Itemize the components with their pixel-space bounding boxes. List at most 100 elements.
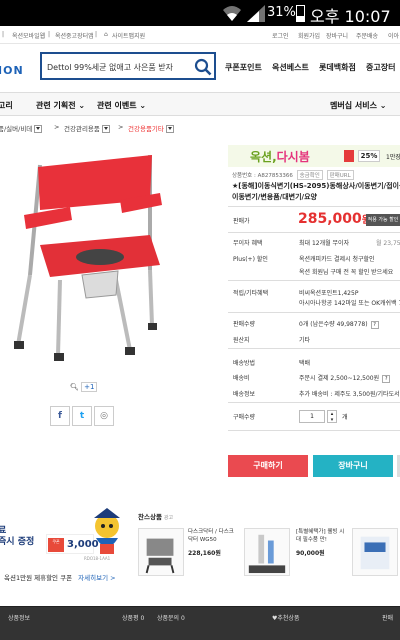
promo-banner[interactable]: 옥션,다시봄 25% 1만장 (228, 145, 400, 167)
util-divider: | (2, 31, 5, 38)
select-arrow-icon (165, 125, 174, 133)
row-label: 구매수량 (233, 414, 256, 421)
util-link-more[interactable]: 이아 (388, 31, 399, 40)
quantity-stepper[interactable]: ▴ ▾ (327, 410, 337, 423)
divider (228, 280, 400, 281)
share-more-icon[interactable]: ◎ (94, 406, 114, 426)
battery-percent: 31% (267, 5, 296, 20)
topnav-coupon[interactable]: 쿠폰포인트 (225, 62, 262, 73)
tab-seller[interactable]: 판매 (382, 613, 393, 622)
coupon-footer: 옥션1만원 제휴할인 쿠폰 자세히보기 > (4, 572, 116, 582)
breadcrumb: 품/실버/비데 > 건강관리용품 > 건강용품기타 (0, 120, 400, 136)
tab-qna[interactable]: 상품문의 0 (157, 613, 185, 622)
category-plans[interactable]: 관련 기획전 ⌄ (36, 100, 85, 111)
coupon-line2: 즉시 증정 (0, 537, 35, 547)
add-to-cart-button[interactable]: 장바구니 (313, 455, 393, 477)
row-label: 원산지 (233, 337, 250, 344)
util-link-mobile-web[interactable]: 옥션모바일웹 (12, 31, 45, 40)
home-icon: ⌂ (104, 31, 108, 38)
help-icon[interactable]: ? (382, 375, 391, 383)
breadcrumb-label: 건강용품기타 (128, 125, 164, 133)
related-product-name[interactable]: 다스크닥터 / 다스크닥터 WG50 (188, 528, 238, 544)
mascot-image (94, 508, 120, 554)
related-product-image[interactable] (138, 528, 184, 576)
topnav-used[interactable]: 중고장터 (366, 62, 395, 73)
topnav-lotte[interactable]: 롯데백화점 (319, 62, 356, 73)
zoom-control[interactable]: 🔍︎ +1 (70, 382, 98, 392)
tab-reviews[interactable]: 상품평 0 (122, 613, 144, 622)
product-tag[interactable]: 판매URL (326, 170, 354, 180)
row-value: 아시아나항공 142마일 또는 OK캐쉬백 7 (299, 300, 400, 307)
util-link-cart[interactable]: 장바구니 (326, 31, 348, 40)
divider (228, 430, 400, 431)
search-box[interactable]: Dettol 99%세균 없애고 사은품 받자 (40, 52, 216, 80)
quantity-unit: 개 (342, 414, 348, 421)
promo-title: 옥션,다시봄 (250, 148, 310, 165)
membership-service[interactable]: 멤버십 서비스 ⌄ (330, 100, 386, 111)
product-code-value: A827853366 (257, 173, 293, 179)
promo-discount: 25% (358, 150, 380, 162)
divider (228, 312, 400, 313)
promo-brand2: 다시봄 (276, 150, 310, 164)
select-arrow-icon (34, 125, 43, 133)
bottom-tab-bar: 상품정보 상품평 0 상품문의 0 ♥추천상품 판매 (0, 606, 400, 640)
related-title: 찬스상품 광고 (138, 511, 173, 521)
category-menu[interactable]: 고리 (0, 100, 13, 111)
row-label: 무이자 혜택 (233, 240, 263, 247)
category-bar: 고리 관련 기획전 ⌄ 관련 이벤트 ⌄ 멤버십 서비스 ⌄ (0, 92, 400, 116)
magnifier-icon: 🔍︎ (70, 383, 79, 391)
product-code-label: 상품번호 : (232, 173, 256, 179)
coupon-line1: 료 (0, 526, 7, 536)
category-events[interactable]: 관련 이벤트 ⌄ (97, 100, 146, 111)
util-link-login[interactable]: 로그인 (272, 31, 289, 40)
buy-now-button[interactable]: 구매하기 (228, 455, 308, 477)
shipping-fee-text: 주문시 결제 2,500~12,500원 (299, 375, 380, 382)
breadcrumb-label: 건강관리용품 (64, 125, 100, 133)
row-label: 적립/기타혜택 (233, 290, 269, 297)
utility-bar: | 옥션모바일웹 | 옥션중고장터앱 | ⌂ 사이트맵지원 로그인 회원가입 장… (0, 26, 400, 44)
battery-icon (296, 5, 305, 22)
coupon-headline: 료 즉시 증정 (0, 526, 34, 548)
twitter-share-icon[interactable]: t (72, 406, 92, 426)
breadcrumb-separator: > (54, 123, 60, 131)
breadcrumb-item[interactable]: 품/실버/비데 (0, 123, 43, 133)
stock-text: 0개 (남은수량 49,98778) (299, 321, 368, 328)
chevron-down-icon: ⌄ (139, 101, 147, 110)
coupon-detail-link[interactable]: 자세히보기 > (78, 574, 115, 582)
related-product-name[interactable]: [특별혜택가] 웰빙 시대 필수품 만! (296, 528, 346, 544)
promo-amount: 1만장 (386, 154, 400, 161)
site-logo[interactable]: ION (0, 64, 24, 77)
category-events-label: 관련 이벤트 (97, 101, 137, 110)
row-value: 옥션캐피카드 결제시 청구할인 (299, 256, 375, 263)
search-icon[interactable] (194, 58, 212, 76)
tab-product-info[interactable]: 상품정보 (8, 613, 30, 622)
util-link-signup[interactable]: 회원가입 (298, 31, 320, 40)
membership-label: 멤버십 서비스 (330, 101, 377, 110)
product-tag[interactable]: 송금확인 (296, 170, 323, 180)
search-input[interactable]: Dettol 99%세균 없애고 사은품 받자 (47, 62, 173, 73)
util-link-used-app[interactable]: 옥션중고장터앱 (55, 31, 94, 40)
util-link-orders[interactable]: 주문배송 (356, 31, 378, 40)
product-image[interactable] (0, 145, 180, 377)
breadcrumb-item-current[interactable]: 건강용품기타 (128, 123, 174, 133)
facebook-share-icon[interactable]: f (50, 406, 70, 426)
help-icon[interactable]: ? (370, 321, 379, 329)
row-value: 비씨옥션포인트1,425P (299, 290, 359, 297)
quantity-input[interactable]: 1 (299, 410, 325, 423)
tab-recommended[interactable]: ♥추천상품 (272, 613, 299, 622)
row-label: 판매수량 (233, 321, 256, 328)
status-bar: 31% 오후 10:07 (0, 0, 400, 26)
discount-info-button[interactable]: 적용 가능 할인 (366, 214, 400, 226)
related-product-price: 90,000원 (296, 550, 325, 557)
breadcrumb-separator: > (118, 123, 124, 131)
image-count: +1 (81, 382, 98, 392)
related-product-image[interactable] (244, 528, 290, 576)
product-code: 상품번호 : A827853366 송금확인 판매URL (232, 170, 354, 180)
related-product-image[interactable] (352, 528, 398, 576)
row-value: 택배 (299, 360, 311, 367)
topnav-best[interactable]: 옥션베스트 (272, 62, 309, 73)
row-value: 주문시 결제 2,500~12,500원? (299, 373, 391, 383)
breadcrumb-item[interactable]: 건강관리용품 (64, 123, 110, 133)
util-link-sitemap[interactable]: 사이트맵지원 (112, 31, 145, 40)
select-arrow-icon (101, 125, 110, 133)
